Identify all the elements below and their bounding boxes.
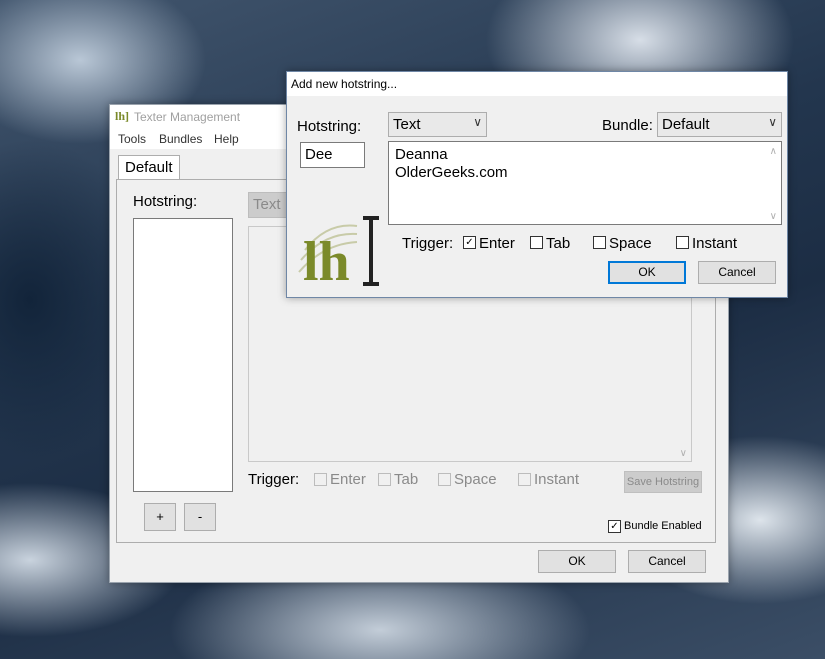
dialog-ok-button[interactable]: OK: [608, 261, 686, 284]
dialog-titlebar[interactable]: Add new hotstring...: [287, 72, 787, 96]
dialog-bundle-select[interactable]: Default ∨: [657, 112, 782, 137]
save-hotstring-button: Save Hotstring: [624, 471, 702, 493]
scroll-down-icon: ∨: [679, 448, 687, 459]
dialog-title: Add new hotstring...: [291, 77, 398, 91]
bundle-enabled-label: Bundle Enabled: [624, 520, 702, 532]
tab-default-label: Default: [125, 159, 173, 176]
replacement-text-area[interactable]: Deanna OlderGeeks.com ∧ ∨: [388, 141, 782, 225]
dialog-trigger-instant-label: Instant: [692, 235, 738, 252]
tab-default[interactable]: Default: [118, 155, 180, 181]
dialog-hotstring-label: Hotstring:: [297, 118, 362, 135]
chevron-down-icon: ∨: [768, 115, 777, 129]
management-ok-button[interactable]: OK: [538, 550, 616, 573]
replacement-text-line: OlderGeeks.com: [395, 164, 508, 181]
hotstring-input[interactable]: Dee: [300, 142, 365, 168]
management-trigger-enter-label: Enter: [330, 471, 366, 488]
add-hotstring-button[interactable]: +: [144, 503, 176, 531]
dialog-trigger-label: Trigger:: [402, 235, 454, 252]
management-trigger-instant-label: Instant: [534, 471, 580, 488]
management-trigger-tab-label: Tab: [394, 471, 419, 488]
dialog-trigger-space-checkbox[interactable]: [593, 236, 606, 249]
management-trigger-tab-checkbox: [378, 473, 391, 486]
management-trigger-space-label: Space: [454, 471, 497, 488]
dialog-type-value: Text: [393, 116, 421, 133]
hotstring-list-label: Hotstring:: [133, 193, 198, 210]
hotstring-input-value: Dee: [305, 146, 333, 163]
dialog-type-select[interactable]: Text ∨: [388, 112, 487, 137]
management-type-select: Text: [248, 192, 290, 218]
dialog-bundle-label: Bundle:: [602, 117, 653, 134]
bundle-enabled-checkbox[interactable]: ✓: [608, 520, 621, 533]
management-type-value: Text: [253, 196, 281, 213]
chevron-down-icon: ∨: [473, 115, 482, 129]
management-trigger-instant-checkbox: [518, 473, 531, 486]
add-hotstring-dialog: Add new hotstring... Hotstring: Dee Text…: [286, 71, 788, 298]
dialog-trigger-enter-label: Enter: [479, 235, 515, 252]
dialog-trigger-tab-label: Tab: [546, 235, 571, 252]
dialog-cancel-button[interactable]: Cancel: [698, 261, 776, 284]
replacement-text-line: Deanna: [395, 146, 448, 163]
svg-text:lh: lh: [303, 231, 350, 292]
dialog-bundle-value: Default: [662, 116, 710, 133]
hotstring-list[interactable]: [133, 218, 233, 492]
menu-help[interactable]: Help: [214, 132, 239, 146]
scroll-up-icon[interactable]: ∧: [770, 146, 777, 157]
management-trigger-space-checkbox: [438, 473, 451, 486]
dialog-trigger-instant-checkbox[interactable]: [676, 236, 689, 249]
management-trigger-enter-checkbox: [314, 473, 327, 486]
menu-bundles[interactable]: Bundles: [159, 132, 202, 146]
lh-logo-icon: lh]: [115, 109, 130, 123]
dialog-trigger-space-label: Space: [609, 235, 652, 252]
management-title: Texter Management: [134, 110, 241, 124]
menu-tools[interactable]: Tools: [118, 132, 146, 146]
scroll-down-icon[interactable]: ∨: [770, 211, 777, 222]
dialog-trigger-tab-checkbox[interactable]: [530, 236, 543, 249]
remove-hotstring-button[interactable]: -: [184, 503, 216, 531]
lh-logo-icon: lh: [298, 216, 379, 292]
management-cancel-button[interactable]: Cancel: [628, 550, 706, 573]
management-trigger-label: Trigger:: [248, 471, 300, 488]
dialog-trigger-enter-checkbox[interactable]: ✓: [463, 236, 476, 249]
